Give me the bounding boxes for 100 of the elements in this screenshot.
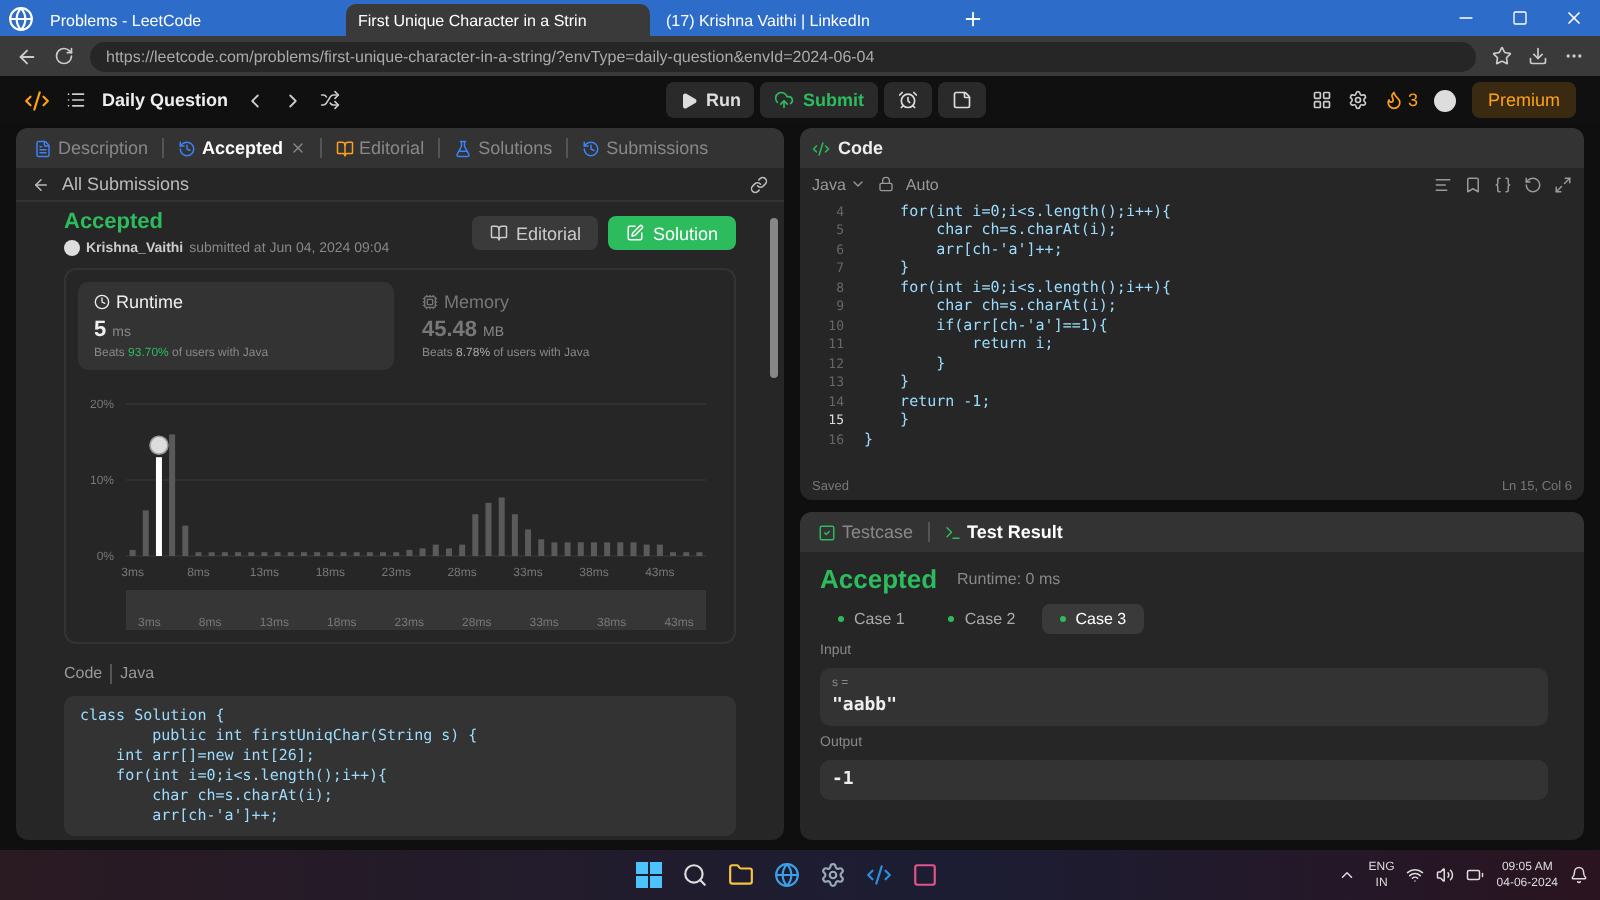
case-tab[interactable]: Case 3 [1041, 604, 1145, 634]
panel-tab[interactable]: Accepted [172, 138, 312, 158]
panel-tab[interactable]: Testcase [812, 522, 920, 542]
avatar[interactable] [1433, 89, 1456, 111]
panel-tab[interactable]: Submissions [576, 138, 715, 158]
back-icon[interactable] [32, 175, 50, 193]
run-button[interactable]: Run [665, 82, 755, 118]
premium-button[interactable]: Premium [1471, 82, 1576, 118]
language-label: Java [120, 664, 155, 684]
panel-tab[interactable]: Description [28, 138, 155, 158]
link-icon[interactable] [750, 175, 768, 193]
lock-icon [877, 176, 894, 192]
stat-label: Memory [444, 292, 510, 312]
panel-title: Code [838, 138, 883, 158]
histogram-bar [459, 544, 466, 556]
checkbox-icon [818, 523, 836, 541]
panel-tab[interactable]: Editorial [329, 138, 431, 158]
close-icon[interactable] [289, 140, 306, 156]
folder-icon[interactable] [728, 862, 755, 888]
new-tab-icon[interactable] [962, 7, 984, 29]
notification-icon[interactable] [1570, 866, 1588, 884]
histogram-bar [485, 502, 492, 556]
histogram-bar [182, 525, 189, 556]
result-status: Accepted [820, 564, 938, 594]
settings-icon[interactable] [820, 862, 847, 888]
panel-tab[interactable]: Test Result [937, 522, 1069, 542]
runtime-text: Runtime: 0 ms [957, 570, 1061, 588]
histogram-bar [630, 542, 637, 556]
case-tab[interactable]: Case 2 [930, 604, 1034, 634]
maximize-icon[interactable] [1512, 10, 1528, 26]
note-icon[interactable] [937, 82, 986, 118]
language-select[interactable]: Java [812, 175, 866, 193]
close-icon[interactable] [1564, 8, 1584, 28]
histogram-bar [498, 497, 505, 556]
histogram-bar [525, 529, 532, 556]
wifi-icon[interactable] [1406, 866, 1425, 884]
all-submissions-link[interactable]: All Submissions [62, 174, 738, 194]
format-icon[interactable] [1434, 175, 1452, 193]
case-tab[interactable]: Case 1 [820, 604, 923, 634]
volume-icon[interactable] [1436, 866, 1455, 884]
list-icon[interactable] [66, 90, 86, 110]
histogram-bar [590, 542, 597, 556]
histogram-bar [432, 544, 439, 556]
histogram-bar [564, 542, 571, 556]
histogram-bar [142, 510, 149, 556]
submit-button[interactable]: Submit [760, 82, 878, 118]
streak-count: 3 [1407, 90, 1418, 110]
histogram-bar [577, 542, 584, 556]
browser-tab[interactable]: Problems - LeetCode [38, 4, 342, 36]
histogram-bar [643, 544, 650, 556]
app-icon[interactable] [912, 862, 939, 888]
browser-tab[interactable]: First Unique Character in a Strin [346, 4, 650, 36]
tab-icon [454, 139, 473, 157]
layout-icon[interactable] [1311, 90, 1332, 110]
download-icon[interactable] [1528, 46, 1548, 66]
editor-icon[interactable] [866, 862, 893, 888]
bookmark-icon[interactable] [1464, 175, 1482, 193]
panel-tab[interactable]: Solutions [448, 138, 559, 158]
cloud-upload-icon [774, 90, 795, 110]
alarm-icon[interactable] [883, 82, 932, 118]
braces-icon[interactable] [1494, 175, 1512, 193]
edit-icon [626, 224, 645, 242]
reset-icon[interactable] [1524, 175, 1542, 193]
browser-tab[interactable]: (17) Krishna Vaithi | LinkedIn [654, 4, 958, 36]
histogram-bar [604, 542, 611, 556]
reload-icon[interactable] [54, 46, 74, 66]
back-icon[interactable] [16, 45, 38, 67]
avatar-marker [149, 435, 169, 455]
histogram-bar [538, 539, 545, 556]
shuffle-icon[interactable] [320, 90, 341, 110]
histogram-bar [419, 548, 426, 556]
search-icon[interactable] [682, 862, 709, 888]
histogram-bar [617, 542, 624, 556]
start-icon[interactable] [636, 862, 663, 888]
tray-expand-icon[interactable] [1338, 866, 1357, 884]
output-field: -1 [820, 760, 1548, 800]
browser-icon[interactable] [774, 862, 801, 888]
expand-icon[interactable] [1554, 175, 1572, 193]
your-submission-bar [155, 457, 162, 556]
flame-icon [1383, 90, 1404, 110]
tab-icon [34, 139, 52, 157]
stat-label: Runtime [116, 292, 184, 312]
chevron-down-icon [849, 176, 866, 192]
tab-icon [335, 139, 354, 157]
settings-icon[interactable] [1347, 90, 1368, 110]
book-icon [489, 224, 508, 242]
address-field[interactable]: https://leetcode.com/problems/first-unique-character-in-a-string/?envType=daily-question&envId=2024-06-04 [90, 41, 1476, 71]
status-text: Accepted [64, 210, 166, 234]
logo-icon [24, 87, 50, 113]
dot-icon [1059, 616, 1066, 623]
play-icon [679, 91, 698, 109]
editorial-button[interactable]: Editorial [471, 216, 599, 250]
tab-icon [582, 139, 601, 157]
dot-icon [838, 616, 844, 623]
terminal-icon [943, 523, 962, 541]
favorite-icon[interactable] [1492, 46, 1512, 66]
page-title[interactable]: Daily Question [102, 90, 229, 110]
code-label: Code [64, 664, 103, 684]
histogram-bar [445, 548, 452, 556]
battery-icon[interactable] [1466, 866, 1485, 884]
